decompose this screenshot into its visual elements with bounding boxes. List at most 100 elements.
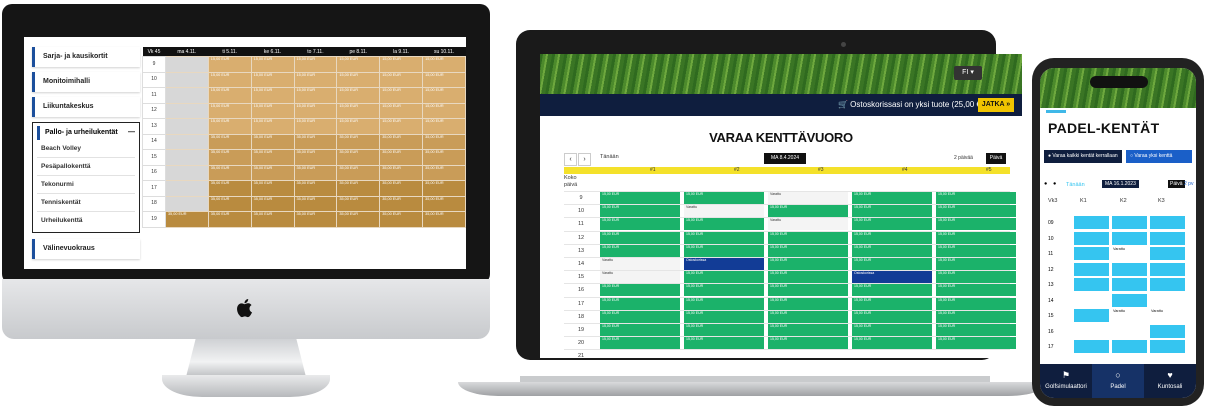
- available-slot[interactable]: [1112, 293, 1147, 307]
- available-slot[interactable]: 15,00 EUR: [936, 258, 1016, 270]
- available-slot[interactable]: 35,00 EUR: [379, 149, 424, 166]
- available-slot[interactable]: [1074, 216, 1109, 229]
- available-slot[interactable]: 35,00 EUR: [207, 180, 252, 197]
- available-slot[interactable]: 15,00 EUR: [207, 87, 252, 104]
- available-slot[interactable]: 15,00 EUR: [379, 87, 424, 104]
- available-slot[interactable]: 15,00 EUR: [684, 297, 764, 310]
- available-slot[interactable]: 15,00 EUR: [936, 271, 1016, 284]
- available-slot[interactable]: 15,00 EUR: [768, 205, 848, 218]
- available-slot[interactable]: [1150, 324, 1185, 338]
- available-slot[interactable]: 35,00 EUR: [250, 195, 295, 212]
- available-slot[interactable]: [1150, 340, 1185, 353]
- available-slot[interactable]: [1074, 262, 1109, 276]
- available-slot[interactable]: 35,00 EUR: [250, 211, 295, 228]
- sidebar-item-multipurpose-hall[interactable]: Monitoimihalli: [32, 72, 140, 92]
- available-slot[interactable]: [1074, 231, 1109, 245]
- date-picker[interactable]: MA 8.4.2024: [764, 153, 806, 164]
- available-slot[interactable]: 15,00 EUR: [768, 310, 848, 323]
- available-slot[interactable]: 15,00 EUR: [336, 102, 381, 119]
- available-slot[interactable]: 15,00 EUR: [207, 56, 252, 73]
- available-slot[interactable]: 15,00 EUR: [336, 56, 381, 73]
- available-slot[interactable]: 35,00 EUR: [336, 164, 381, 181]
- tab-padel[interactable]: ○ Padel: [1092, 364, 1144, 398]
- sidebar-subitem-beach-volley[interactable]: Beach Volley: [37, 140, 135, 158]
- available-slot[interactable]: 35,00 EUR: [336, 133, 381, 150]
- available-slot[interactable]: 15,00 EUR: [768, 244, 848, 257]
- available-slot[interactable]: 15,00 EUR: [600, 218, 680, 231]
- view-two-days-button[interactable]: 2 päivää: [954, 155, 973, 161]
- available-slot[interactable]: 15,00 EUR: [684, 271, 764, 284]
- available-slot[interactable]: [1074, 340, 1109, 353]
- available-slot[interactable]: 15,00 EUR: [600, 231, 680, 244]
- available-slot[interactable]: 15,00 EUR: [293, 102, 338, 119]
- available-slot[interactable]: 15,00 EUR: [936, 231, 1016, 244]
- available-slot[interactable]: 15,00 EUR: [852, 231, 932, 244]
- available-slot[interactable]: [1150, 278, 1185, 291]
- available-slot[interactable]: 15,00 EUR: [684, 324, 764, 336]
- available-slot[interactable]: 35,00 EUR: [207, 195, 252, 212]
- available-slot[interactable]: 15,00 EUR: [852, 244, 932, 257]
- view-day-button[interactable]: Päivä: [986, 153, 1006, 164]
- book-all-courts-button[interactable]: ● Varaa kaikki kentät kerrallaan: [1044, 150, 1122, 163]
- book-one-court-button[interactable]: ○ Varaa yksi kenttä: [1126, 150, 1192, 163]
- available-slot[interactable]: [1112, 278, 1147, 291]
- available-slot[interactable]: 35,00 EUR: [336, 195, 381, 212]
- available-slot[interactable]: 15,00 EUR: [768, 284, 848, 297]
- available-slot[interactable]: [1150, 231, 1185, 245]
- available-slot[interactable]: 15,00 EUR: [936, 192, 1016, 204]
- available-slot[interactable]: 15,00 EUR: [600, 297, 680, 310]
- available-slot[interactable]: 35,00 EUR: [207, 164, 252, 181]
- available-slot[interactable]: [1112, 262, 1147, 276]
- sidebar-subitem-artificial-turf[interactable]: Tekonurmi: [37, 176, 135, 194]
- available-slot[interactable]: 15,00 EUR: [336, 87, 381, 104]
- available-slot[interactable]: 15,00 EUR: [250, 56, 295, 73]
- available-slot[interactable]: 15,00 EUR: [768, 231, 848, 244]
- available-slot[interactable]: 15,00 EUR: [250, 118, 295, 135]
- available-slot[interactable]: 15,00 EUR: [684, 192, 764, 204]
- available-slot[interactable]: 35,00 EUR: [336, 180, 381, 197]
- available-slot[interactable]: 15,00 EUR: [852, 324, 932, 336]
- available-slot[interactable]: 15,00 EUR: [250, 102, 295, 119]
- available-slot[interactable]: 15,00 EUR: [852, 337, 932, 350]
- available-slot[interactable]: 15,00 EUR: [936, 205, 1016, 218]
- sidebar-group-header[interactable]: Pallo- ja urheilukentät —: [37, 126, 135, 140]
- available-slot[interactable]: 15,00 EUR: [207, 71, 252, 88]
- available-slot[interactable]: 15,00 EUR: [852, 192, 932, 204]
- available-slot[interactable]: 15,00 EUR: [684, 337, 764, 350]
- available-slot[interactable]: 15,00 EUR: [600, 192, 680, 204]
- tab-gym[interactable]: ♥ Kuntosali: [1144, 364, 1196, 398]
- available-slot[interactable]: [1112, 231, 1147, 245]
- tab-golf[interactable]: ⚑ Golfsimulaattori: [1040, 364, 1092, 398]
- available-slot[interactable]: 35,00 EUR: [379, 180, 424, 197]
- available-slot[interactable]: 35,00 EUR: [293, 195, 338, 212]
- available-slot[interactable]: 15,00 EUR: [379, 102, 424, 119]
- available-slot[interactable]: 15,00 EUR: [293, 56, 338, 73]
- available-slot[interactable]: 15,00 EUR: [600, 284, 680, 297]
- available-slot[interactable]: 15,00 EUR: [768, 258, 848, 270]
- available-slot[interactable]: 15,00 EUR: [684, 284, 764, 297]
- available-slot[interactable]: 15,00 EUR: [936, 284, 1016, 297]
- phone-view-two[interactable]: 2 pv: [1184, 181, 1193, 187]
- available-slot[interactable]: [1112, 340, 1147, 353]
- available-slot[interactable]: 15,00 EUR: [600, 244, 680, 257]
- in-cart-slot[interactable]: Ostoskorissa: [852, 271, 932, 284]
- next-arrow-icon[interactable]: ›: [578, 153, 591, 166]
- language-selector[interactable]: FI ▾: [954, 66, 982, 80]
- available-slot[interactable]: 35,00 EUR: [164, 211, 209, 228]
- available-slot[interactable]: 35,00 EUR: [250, 180, 295, 197]
- available-slot[interactable]: 35,00 EUR: [293, 164, 338, 181]
- available-slot[interactable]: 15,00 EUR: [293, 71, 338, 88]
- available-slot[interactable]: 15,00 EUR: [936, 324, 1016, 336]
- available-slot[interactable]: 15,00 EUR: [852, 218, 932, 231]
- available-slot[interactable]: 35,00 EUR: [379, 211, 424, 228]
- available-slot[interactable]: 15,00 EUR: [379, 71, 424, 88]
- available-slot[interactable]: 15,00 EUR: [936, 244, 1016, 257]
- available-slot[interactable]: 15,00 EUR: [600, 324, 680, 336]
- available-slot[interactable]: 15,00 EUR: [600, 310, 680, 323]
- available-slot[interactable]: 15,00 EUR: [207, 102, 252, 119]
- available-slot[interactable]: 15,00 EUR: [684, 310, 764, 323]
- available-slot[interactable]: 35,00 EUR: [207, 211, 252, 228]
- available-slot[interactable]: 15,00 EUR: [936, 218, 1016, 231]
- available-slot[interactable]: 15,00 EUR: [768, 324, 848, 336]
- available-slot[interactable]: 15,00 EUR: [768, 271, 848, 284]
